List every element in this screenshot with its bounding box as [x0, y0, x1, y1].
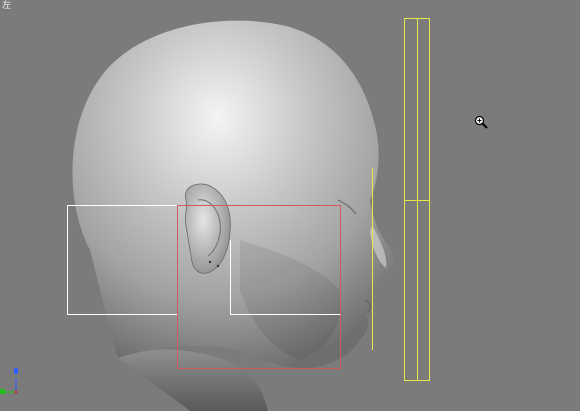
head-mesh [72, 20, 395, 369]
zoom-cursor-icon [474, 115, 488, 129]
viewport-left[interactable]: 左 [0, 0, 580, 411]
axis-tripod-icon [0, 368, 18, 394]
ear-marker-dot-2 [216, 264, 220, 268]
neck-mesh [118, 349, 268, 411]
head-model[interactable] [72, 20, 395, 411]
scene-canvas[interactable] [0, 0, 580, 411]
ear-marker-dot [208, 260, 212, 264]
